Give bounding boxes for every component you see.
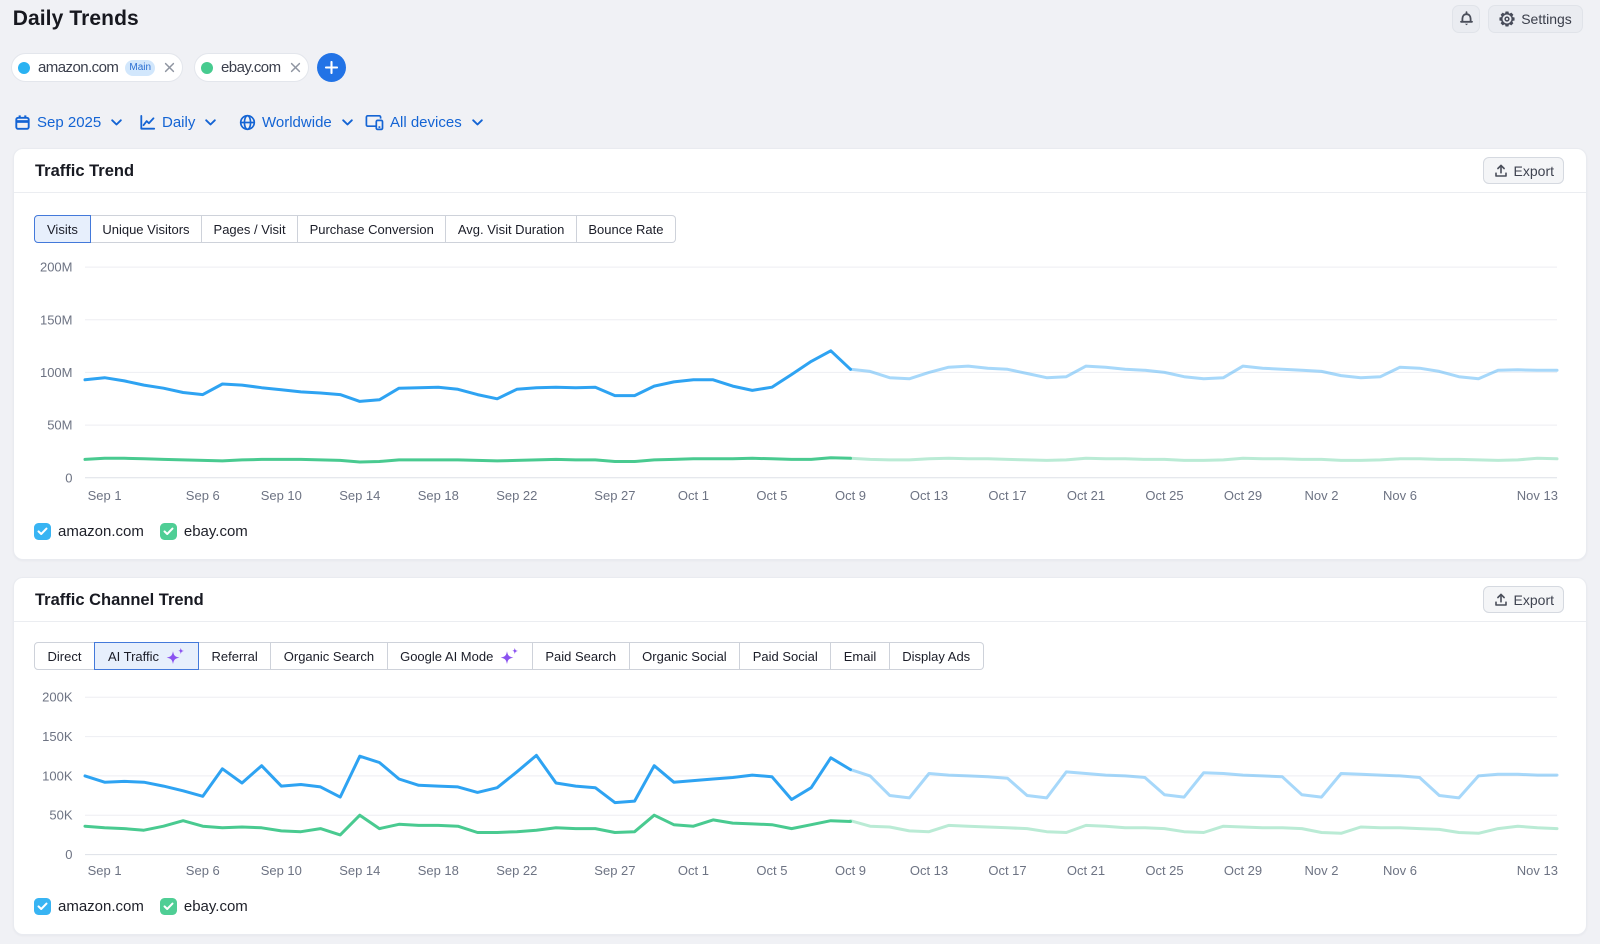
svg-text:Oct 25: Oct 25 [1145, 863, 1183, 878]
svg-text:Sep 6: Sep 6 [186, 863, 220, 878]
svg-text:Sep 18: Sep 18 [418, 863, 459, 878]
svg-text:Oct 21: Oct 21 [1067, 863, 1105, 878]
svg-text:Oct 9: Oct 9 [835, 863, 866, 878]
svg-text:100M: 100M [40, 365, 73, 380]
svg-text:Sep 10: Sep 10 [261, 488, 302, 503]
svg-text:150M: 150M [40, 312, 73, 327]
svg-text:Sep 1: Sep 1 [88, 488, 122, 503]
svg-text:Sep 27: Sep 27 [594, 863, 635, 878]
svg-text:Oct 13: Oct 13 [910, 863, 948, 878]
svg-text:Sep 22: Sep 22 [496, 863, 537, 878]
svg-text:Nov 6: Nov 6 [1383, 488, 1417, 503]
svg-text:100K: 100K [42, 768, 73, 783]
svg-text:Oct 21: Oct 21 [1067, 488, 1105, 503]
svg-text:50M: 50M [47, 418, 72, 433]
svg-text:Nov 6: Nov 6 [1383, 863, 1417, 878]
svg-text:Sep 14: Sep 14 [339, 863, 380, 878]
svg-text:Nov 2: Nov 2 [1305, 863, 1339, 878]
svg-text:Oct 29: Oct 29 [1224, 488, 1262, 503]
svg-text:Sep 14: Sep 14 [339, 488, 380, 503]
svg-text:Sep 18: Sep 18 [418, 488, 459, 503]
svg-text:150K: 150K [42, 729, 73, 744]
svg-text:Oct 9: Oct 9 [835, 488, 866, 503]
svg-text:Sep 1: Sep 1 [88, 863, 122, 878]
svg-text:Oct 5: Oct 5 [756, 863, 787, 878]
svg-text:0: 0 [65, 847, 72, 862]
svg-text:50K: 50K [49, 808, 72, 823]
svg-text:Oct 1: Oct 1 [678, 863, 709, 878]
svg-text:Oct 13: Oct 13 [910, 488, 948, 503]
svg-text:Nov 13: Nov 13 [1517, 488, 1558, 503]
svg-text:Oct 29: Oct 29 [1224, 863, 1262, 878]
svg-text:Sep 22: Sep 22 [496, 488, 537, 503]
svg-text:Sep 27: Sep 27 [594, 488, 635, 503]
svg-text:Oct 1: Oct 1 [678, 488, 709, 503]
svg-text:Oct 17: Oct 17 [988, 863, 1026, 878]
svg-text:Oct 25: Oct 25 [1145, 488, 1183, 503]
svg-text:200K: 200K [42, 690, 73, 705]
svg-text:200M: 200M [40, 260, 73, 275]
svg-text:Oct 5: Oct 5 [756, 488, 787, 503]
svg-text:0: 0 [65, 470, 72, 485]
svg-text:Sep 10: Sep 10 [261, 863, 302, 878]
svg-text:Nov 2: Nov 2 [1305, 488, 1339, 503]
svg-text:Oct 17: Oct 17 [988, 488, 1026, 503]
svg-text:Nov 13: Nov 13 [1517, 863, 1558, 878]
svg-text:Sep 6: Sep 6 [186, 488, 220, 503]
